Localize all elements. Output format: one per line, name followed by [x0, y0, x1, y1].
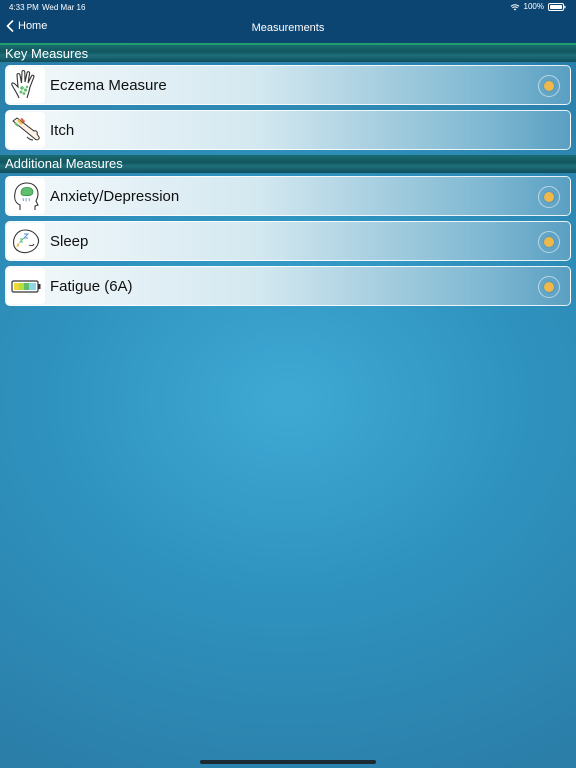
wifi-icon — [510, 3, 519, 10]
status-date: Wed Mar 16 — [42, 3, 86, 12]
measure-row-itch[interactable]: Itch — [5, 110, 571, 150]
home-indicator[interactable] — [200, 760, 376, 764]
hand-icon — [7, 67, 45, 103]
status-time: 4:33 PM — [9, 3, 39, 12]
status-bar: 4:33 PM Wed Mar 16 100% — [0, 0, 576, 14]
status-indicator-dot — [538, 231, 560, 253]
page-title: Measurements — [251, 22, 325, 34]
battery-icon — [548, 2, 566, 11]
measure-row-fatigue[interactable]: Fatigue (6A) — [5, 266, 571, 306]
status-indicator-dot — [538, 75, 560, 97]
section-header-key-measures: Key Measures — [0, 43, 576, 62]
scratching-arm-icon — [7, 112, 45, 148]
measure-label: Sleep — [50, 233, 89, 250]
status-indicator-dot — [538, 186, 560, 208]
measure-label: Fatigue (6A) — [50, 278, 133, 295]
sleep-face-icon — [7, 223, 45, 259]
head-brain-icon — [7, 178, 45, 214]
navigation-bar: Home Measurements — [0, 14, 576, 43]
battery-percent: 100% — [523, 2, 544, 11]
section-header-additional-measures: Additional Measures — [0, 155, 576, 173]
measure-label: Itch — [50, 122, 75, 139]
measure-row-eczema[interactable]: Eczema Measure — [5, 65, 571, 105]
status-indicators: 100% — [510, 2, 566, 11]
measure-label: Anxiety/Depression — [50, 188, 180, 205]
measure-label: Eczema Measure — [50, 77, 167, 94]
measure-row-anxiety-depression[interactable]: Anxiety/Depression — [5, 176, 571, 216]
battery-level-icon — [7, 268, 45, 304]
status-indicator-dot — [538, 276, 560, 298]
measure-row-sleep[interactable]: Sleep — [5, 221, 571, 261]
